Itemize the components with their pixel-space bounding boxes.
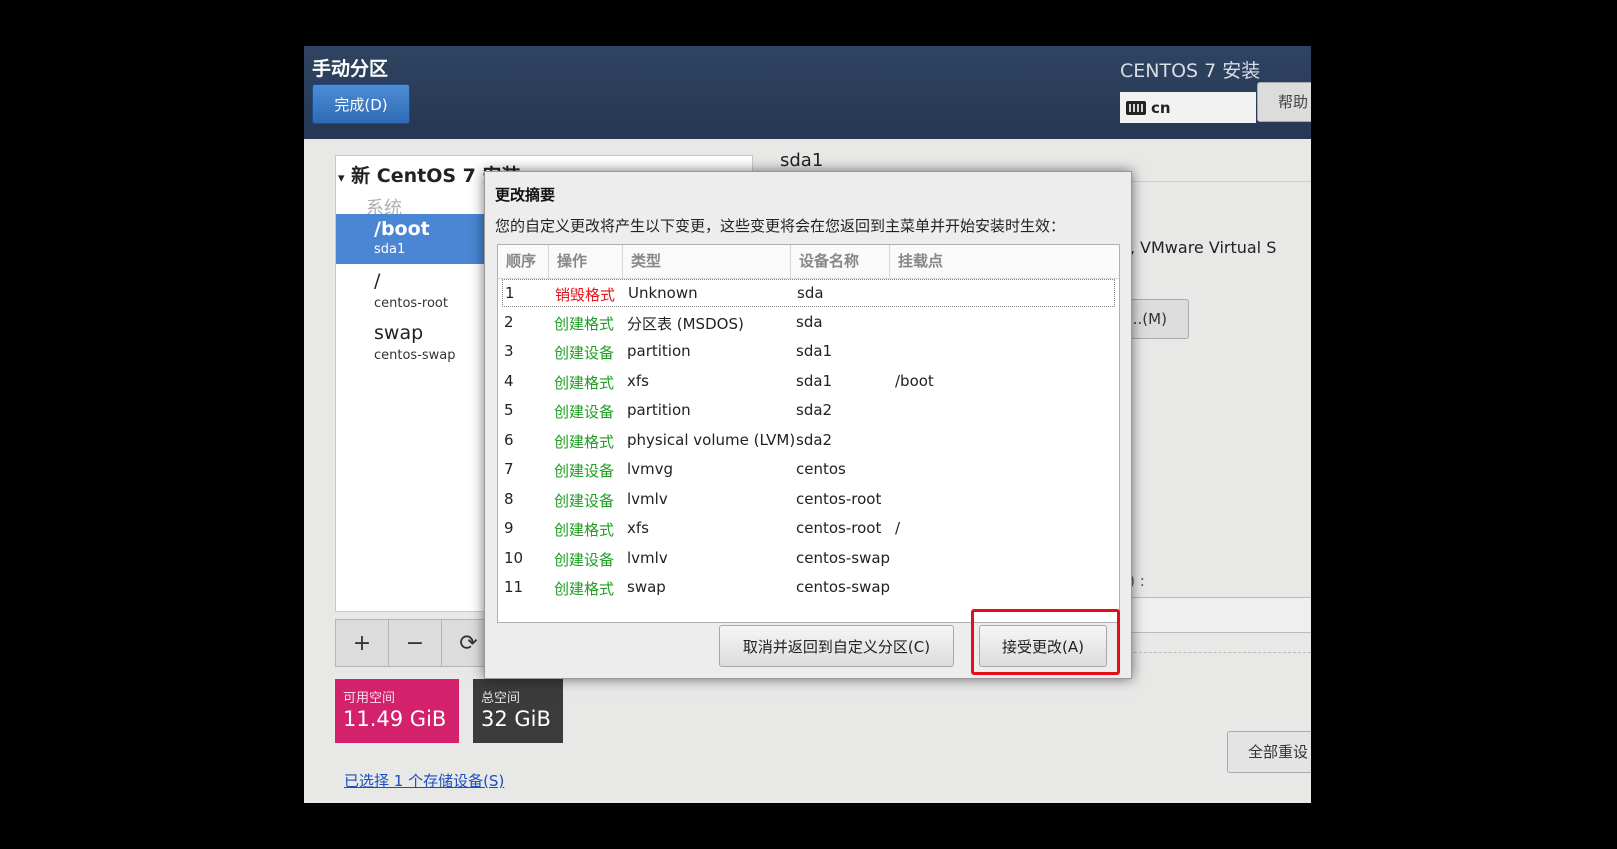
cell-order: 8 (504, 489, 514, 508)
table-row[interactable]: 3 创建设备 partition sda1 (502, 338, 1115, 366)
page-title: 手动分区 (312, 58, 389, 80)
expander-arrow-icon[interactable]: ▾ (338, 171, 345, 186)
cell-action: 销毁格式 (555, 286, 616, 304)
name-input[interactable]: 1 (1104, 597, 1311, 633)
partition-mount: / (374, 270, 381, 292)
column-header-action[interactable]: 操作 (549, 245, 623, 278)
table-row[interactable]: 10 创建设备 lvmlv centos-swap (502, 545, 1115, 573)
change-summary-dialog: 更改摘要 您的自定义更改将产生以下变更，这些变更将会在您返回到主菜单并开始安装时… (484, 171, 1132, 679)
add-partition-button[interactable]: + (336, 620, 389, 666)
cell-action: 创建设备 (554, 491, 615, 510)
cell-type: partition (627, 401, 691, 419)
cell-action: 创建格式 (554, 314, 615, 333)
partition-device: centos-swap (374, 348, 456, 363)
cell-type: 分区表 (MSDOS) (627, 314, 744, 333)
cell-mount: / (895, 519, 901, 537)
cell-order: 5 (504, 401, 514, 419)
cell-device: sda2 (796, 430, 833, 449)
cell-device: centos-root (796, 489, 882, 508)
help-button[interactable]: 帮助 (1257, 82, 1311, 122)
column-header-order[interactable]: 顺序 (498, 245, 549, 278)
cell-order: 6 (504, 430, 514, 449)
column-header-type[interactable]: 类型 (623, 245, 791, 278)
available-space-badge: 可用空间 11.49 GiB (335, 679, 459, 743)
cell-type: partition (627, 342, 691, 360)
cell-device: sda (797, 284, 824, 302)
cell-device: centos-swap (796, 578, 891, 596)
cell-device: centos (796, 460, 846, 478)
cell-action: 创建格式 (554, 521, 615, 539)
cell-action: 创建格式 (554, 432, 615, 451)
cancel-return-button[interactable]: 取消并返回到自定义分区(C) (719, 625, 954, 667)
cell-type: swap (627, 578, 666, 596)
total-space-badge: 总空间 32 GiB (473, 679, 563, 743)
table-row[interactable]: 4 创建格式 xfs sda1/boot (502, 368, 1115, 396)
cell-mount: /boot (895, 371, 934, 390)
total-space-value: 32 GiB (481, 707, 551, 731)
column-header-mount[interactable]: 挂载点 (890, 245, 1119, 278)
cell-order: 10 (504, 548, 524, 567)
cell-device: sda1 (796, 371, 833, 390)
table-header: 顺序 操作 类型 设备名称 挂载点 (498, 245, 1119, 279)
cell-order: 1 (505, 284, 515, 302)
detail-dashed-divider (1104, 652, 1311, 653)
dialog-description: 您的自定义更改将产生以下变更，这些变更将会在您返回到主菜单并开始安装时生效： (495, 217, 1066, 235)
cell-order: 4 (504, 371, 514, 390)
cell-action: 创建格式 (554, 373, 615, 392)
cell-action: 创建设备 (554, 344, 615, 362)
changes-table: 顺序 操作 类型 设备名称 挂载点 1 销毁格式 Unknown sda 2 创建格式 分区… (497, 244, 1120, 623)
partition-device: centos-root (374, 296, 448, 311)
cell-type: lvmvg (627, 460, 674, 478)
cell-device: sda2 (796, 401, 833, 419)
cell-order: 9 (504, 519, 514, 537)
top-bar: 手动分区 完成(D) CENTOS 7 安装 cn 帮助 (304, 46, 1311, 139)
product-title: CENTOS 7 安装 (1120, 60, 1261, 82)
cell-order: 3 (504, 342, 514, 360)
table-row[interactable]: 5 创建设备 partition sda2 (502, 397, 1115, 425)
table-row[interactable]: 8 创建设备 lvmlv centos-root (502, 486, 1115, 514)
partition-mount: swap (374, 322, 424, 344)
cell-type: xfs (627, 519, 649, 537)
table-row[interactable]: 11 创建格式 swap centos-swap (502, 574, 1115, 602)
cell-order: 2 (504, 312, 514, 331)
partition-toolbar: + − ⟳ (335, 619, 497, 667)
column-header-device[interactable]: 设备名称 (791, 245, 890, 278)
detail-title: sda1 (780, 150, 824, 171)
cell-action: 创建设备 (554, 462, 615, 480)
keyboard-icon (1126, 100, 1146, 115)
table-row[interactable]: 7 创建设备 lvmvg centos (502, 456, 1115, 484)
table-row[interactable]: 6 创建格式 physical volume (LVM) sda2 (502, 427, 1115, 455)
cell-type: physical volume (LVM) (627, 430, 796, 449)
cell-action: 创建格式 (554, 580, 615, 598)
cell-device: sda (796, 312, 823, 331)
cell-device: sda1 (796, 342, 833, 360)
reset-all-button[interactable]: 全部重设 (1227, 731, 1311, 773)
cell-type: lvmlv (627, 489, 668, 508)
accept-button-highlight-box (971, 609, 1120, 675)
partition-mount: /boot (374, 218, 430, 240)
cell-type: Unknown (628, 284, 698, 302)
dialog-title: 更改摘要 (495, 186, 556, 204)
available-space-label: 可用空间 (343, 691, 396, 706)
partition-device: sda1 (374, 242, 406, 257)
table-row[interactable]: 1 销毁格式 Unknown sda (502, 279, 1115, 307)
table-row[interactable]: 9 创建格式 xfs centos-root / (502, 515, 1115, 543)
cell-type: lvmlv (627, 548, 668, 567)
cell-action: 创建设备 (554, 550, 615, 569)
cell-type: xfs (627, 371, 649, 390)
total-space-label: 总空间 (481, 691, 521, 706)
keyboard-layout-indicator[interactable]: cn (1120, 92, 1256, 123)
remove-partition-button[interactable]: − (389, 620, 442, 666)
cell-action: 创建设备 (554, 403, 615, 421)
table-row[interactable]: 2 创建格式 分区表 (MSDOS) sda (502, 309, 1115, 337)
cell-order: 7 (504, 460, 514, 478)
cell-order: 11 (504, 578, 524, 596)
selected-storage-link[interactable]: 已选择 1 个存储设备(S) (344, 770, 504, 791)
keyboard-layout-label: cn (1151, 98, 1171, 117)
cell-device: centos-root (796, 519, 882, 537)
cell-device: centos-swap (796, 548, 891, 567)
available-space-value: 11.49 GiB (343, 707, 447, 731)
done-button[interactable]: 完成(D) (312, 84, 410, 124)
